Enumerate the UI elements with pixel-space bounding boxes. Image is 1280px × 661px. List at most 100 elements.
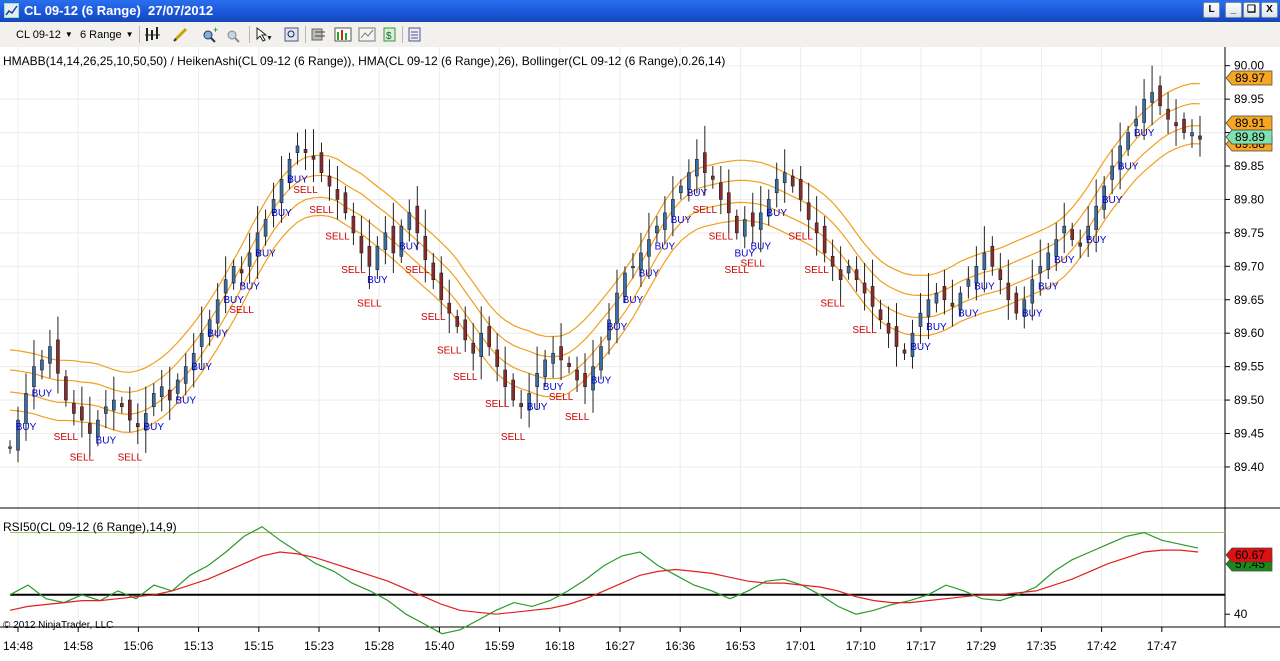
svg-text:▼: ▼ bbox=[266, 35, 272, 42]
data-box-icon[interactable] bbox=[334, 26, 352, 43]
candle-body bbox=[40, 359, 44, 371]
instrument-selector[interactable]: CL 09-12 ▼ bbox=[16, 26, 73, 43]
candle-body bbox=[175, 379, 180, 394]
sell-signal-label: SELL bbox=[54, 432, 79, 443]
candle-body bbox=[814, 222, 819, 234]
orders-icon[interactable]: $ bbox=[381, 26, 399, 43]
candle-body bbox=[407, 212, 412, 230]
candle-body bbox=[830, 255, 835, 267]
candle-body bbox=[72, 403, 76, 414]
candle-body bbox=[1158, 85, 1162, 107]
time-tick-label: 17:42 bbox=[1087, 639, 1117, 653]
candle-body bbox=[687, 172, 691, 190]
candle-body bbox=[311, 155, 316, 160]
candle-body bbox=[96, 419, 100, 438]
candle-body bbox=[159, 386, 164, 398]
sell-signal-label: SELL bbox=[70, 452, 95, 463]
candle-body bbox=[24, 393, 28, 424]
sell-signal-label: SELL bbox=[437, 345, 462, 356]
sell-signal-label: SELL bbox=[405, 265, 430, 276]
price-tick-label: 89.55 bbox=[1234, 360, 1264, 374]
link-button[interactable]: L bbox=[1203, 2, 1220, 18]
zoom-out-icon[interactable] bbox=[225, 26, 243, 43]
candle-body bbox=[679, 185, 683, 194]
chart-trader-icon[interactable] bbox=[358, 26, 376, 43]
candle-body bbox=[183, 366, 188, 384]
toolbar-divider bbox=[402, 26, 403, 43]
candle-body bbox=[503, 369, 507, 387]
candle-body bbox=[615, 292, 619, 324]
copyright-text: © 2012 NinjaTrader, LLC bbox=[3, 620, 113, 631]
candle-body bbox=[639, 252, 643, 270]
price-marker: 89.89 bbox=[1225, 129, 1273, 145]
candle-body bbox=[1110, 165, 1114, 180]
candle-body bbox=[543, 359, 547, 377]
time-tick-label: 15:23 bbox=[304, 639, 334, 653]
sell-signal-label: SELL bbox=[788, 232, 813, 243]
candle-body bbox=[343, 192, 348, 214]
candle-body bbox=[695, 159, 699, 177]
time-tick-label: 17:10 bbox=[846, 639, 876, 653]
candle-body bbox=[1006, 282, 1011, 301]
buy-signal-label: BUY bbox=[207, 329, 228, 340]
buy-signal-label: BUY bbox=[591, 375, 612, 386]
sell-signal-label: SELL bbox=[709, 232, 734, 243]
close-button[interactable]: X bbox=[1261, 2, 1278, 18]
sell-signal-label: SELL bbox=[421, 312, 446, 323]
minimize-button[interactable]: _ bbox=[1225, 2, 1242, 18]
sell-signal-label: SELL bbox=[341, 265, 366, 276]
candle-body bbox=[926, 299, 931, 317]
candle-body bbox=[663, 212, 667, 230]
period-selector[interactable]: 6 Range ▼ bbox=[80, 26, 134, 43]
svg-text:$: $ bbox=[386, 31, 392, 42]
candle-body bbox=[375, 245, 380, 270]
candle-body bbox=[1070, 229, 1075, 240]
time-tick-label: 15:13 bbox=[184, 639, 214, 653]
candle-body bbox=[1150, 92, 1154, 103]
properties-icon[interactable] bbox=[310, 26, 328, 43]
rsi-marker: 60.67 bbox=[1225, 547, 1273, 563]
candle-body bbox=[247, 252, 252, 267]
price-marker: 89.97 bbox=[1225, 70, 1273, 86]
sell-signal-label: SELL bbox=[549, 392, 574, 403]
candle-body bbox=[1046, 252, 1051, 270]
toolbar-divider bbox=[249, 26, 250, 43]
price-tick-label: 89.80 bbox=[1234, 192, 1264, 206]
candle-body bbox=[599, 346, 603, 371]
buy-signal-label: BUY bbox=[910, 342, 931, 353]
buy-signal-label: BUY bbox=[32, 389, 53, 400]
price-tick-label: 89.70 bbox=[1234, 259, 1264, 273]
magnifier-icon[interactable] bbox=[283, 26, 301, 43]
strategy-icon[interactable] bbox=[406, 26, 424, 43]
candle-body bbox=[471, 342, 476, 354]
sell-signal-label: SELL bbox=[501, 432, 526, 443]
candle-body bbox=[535, 373, 539, 387]
cursor-icon[interactable]: ▼ bbox=[254, 26, 273, 43]
draw-tool-icon[interactable] bbox=[172, 26, 190, 43]
candle-body bbox=[1126, 132, 1130, 150]
time-tick-label: 15:15 bbox=[244, 639, 274, 653]
time-tick-label: 17:29 bbox=[966, 639, 996, 653]
chart-toolbar: CL 09-12 ▼ 6 Range ▼ + ▼ $ bbox=[0, 22, 1280, 48]
candle-body bbox=[734, 215, 739, 234]
candle-body bbox=[998, 269, 1003, 280]
candle-body bbox=[711, 175, 715, 180]
candle-body bbox=[1142, 98, 1146, 123]
buy-signal-label: BUY bbox=[255, 248, 276, 259]
candle-body bbox=[974, 266, 979, 284]
candle-body bbox=[431, 262, 436, 280]
price-chart[interactable]: BUYBUYSELLSELLBUYSELLBUYBUYBUYBUYBUYSELL… bbox=[0, 47, 1280, 661]
candle-body bbox=[647, 239, 651, 257]
maximize-button[interactable]: ❏ bbox=[1243, 2, 1260, 18]
sell-signal-label: SELL bbox=[565, 412, 590, 423]
time-tick-label: 16:18 bbox=[545, 639, 575, 653]
period-label: 6 Range bbox=[80, 29, 122, 41]
bar-type-icon[interactable] bbox=[144, 26, 162, 43]
zoom-in-icon[interactable]: + bbox=[201, 25, 219, 43]
rsi-marker-text: 60.67 bbox=[1235, 548, 1265, 562]
candle-body bbox=[1054, 239, 1059, 257]
candle-body bbox=[894, 326, 899, 347]
candle-body bbox=[151, 393, 156, 408]
candle-body bbox=[1174, 122, 1178, 127]
candle-body bbox=[870, 286, 875, 307]
